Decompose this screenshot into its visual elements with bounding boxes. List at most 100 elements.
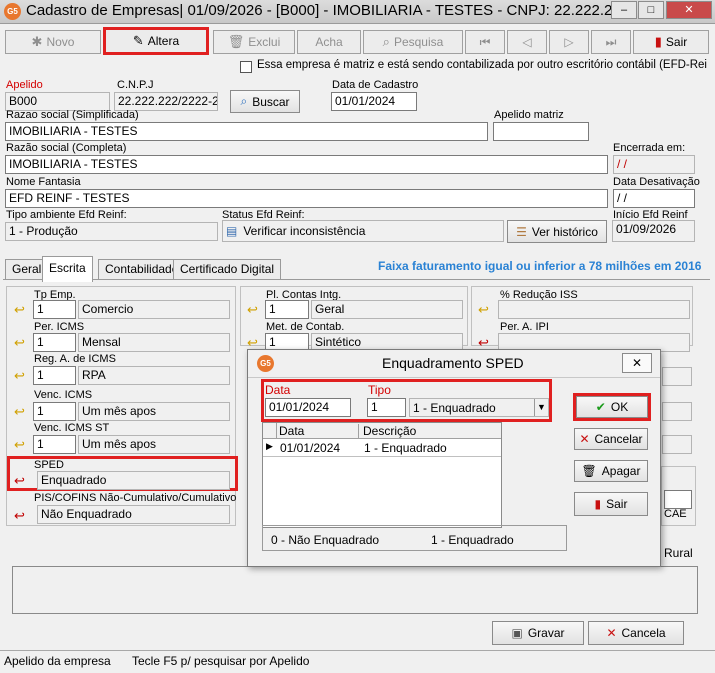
minimize-button[interactable]: – <box>611 1 637 19</box>
encerrada-label: Encerrada em: <box>613 142 686 154</box>
tipo-ambiente-label: Tipo ambiente Efd Reinf: <box>6 209 127 221</box>
sped-label: SPED <box>34 459 64 471</box>
sped-field[interactable]: Enquadrado <box>37 471 230 490</box>
venc-icms-code-field[interactable]: 1 <box>33 402 76 421</box>
grid-cell-descricao: 1 - Enquadrado <box>364 441 447 455</box>
enquadramento-sped-dialog: G5 Enquadramento SPED ✕ Data 01/01/2024 … <box>247 349 661 567</box>
lookup-arrow-icon[interactable]: ↩ <box>14 302 25 318</box>
table-row[interactable]: ▶ 01/01/2024 1 - Enquadrado <box>263 440 501 457</box>
grid-header-descricao[interactable]: Descrição <box>363 424 416 438</box>
dialog-cancelar-button[interactable]: ✕ Cancelar <box>574 428 648 450</box>
data-desativacao-field[interactable]: / / <box>613 189 695 208</box>
reg-icms-code-field[interactable]: 1 <box>33 366 76 385</box>
dialog-apagar-button[interactable]: 🗑 Apagar <box>574 460 648 482</box>
inicio-efd-field[interactable]: 01/09/2026 <box>612 220 695 242</box>
sped-lookup-icon[interactable]: ↩ <box>14 473 25 489</box>
tab-certificado-digital[interactable]: Certificado Digital <box>173 259 282 279</box>
chevron-down-icon[interactable]: ▼ <box>534 399 548 416</box>
new-icon: ✱ <box>31 34 43 49</box>
window-title: Cadastro de Empresas| 01/09/2026 - [B000… <box>26 2 616 19</box>
cancela-button[interactable]: ✕ Cancela <box>588 621 684 645</box>
encerrada-field[interactable]: / / <box>613 155 695 174</box>
hidden-field-3[interactable] <box>662 435 692 454</box>
title-bar: G5 Cadastro de Empresas| 01/09/2026 - [B… <box>0 0 715 24</box>
first-icon: ⏮ <box>479 34 491 49</box>
edit-icon: ✎ <box>132 33 144 48</box>
ver-historico-button[interactable]: ☰ Ver histórico <box>507 220 607 243</box>
status-bar: Apelido da empresa Tecle F5 p/ pesquisar… <box>0 650 715 673</box>
nome-fantasia-label: Nome Fantasia <box>6 176 81 188</box>
tipo-ambiente-field[interactable]: 1 - Produção <box>5 222 218 241</box>
lookup-arrow-icon[interactable]: ↩ <box>14 404 25 420</box>
pis-cofins-field[interactable]: Não Enquadrado <box>37 505 230 524</box>
lookup-arrow-icon[interactable]: ↩ <box>478 302 489 318</box>
venc-icms-st-desc-field: Um mês apos <box>78 435 230 454</box>
last-record-button[interactable]: ⏭ <box>591 30 631 54</box>
dialog-data-field[interactable]: 01/01/2024 <box>265 398 351 417</box>
dialog-title-bar: G5 Enquadramento SPED ✕ <box>248 350 660 378</box>
hidden-field-4[interactable] <box>664 490 692 509</box>
reg-icms-desc-field: RPA <box>78 366 230 385</box>
prev-record-button[interactable]: ◁ <box>507 30 547 54</box>
gravar-button[interactable]: ▣ Gravar <box>492 621 584 645</box>
next-record-button[interactable]: ▷ <box>549 30 589 54</box>
dialog-sair-button[interactable]: ▮ Sair <box>574 492 648 516</box>
status-efd-field[interactable]: ▤ Verificar inconsistência <box>222 220 504 242</box>
lookup-arrow-icon[interactable]: ↩ <box>247 302 258 318</box>
tab-escrita[interactable]: Escrita <box>42 256 93 282</box>
grid-cell-data: 01/01/2024 <box>280 441 341 455</box>
venc-icms-st-label: Venc. ICMS ST <box>34 422 110 434</box>
razao-simplificada-field[interactable]: IMOBILIARIA - TESTES <box>5 122 488 141</box>
reg-icms-label: Reg. A. de ICMS <box>34 353 116 365</box>
grid-corner <box>263 423 277 439</box>
novo-button[interactable]: ✱ Novo <box>5 30 101 54</box>
razao-completa-field[interactable]: IMOBILIARIA - TESTES <box>5 155 608 174</box>
grid-header: Data Descrição <box>263 423 501 439</box>
lookup-arrow-icon[interactable]: ↩ <box>14 335 25 351</box>
status-efd-value: Verificar inconsistência <box>243 224 366 238</box>
razao-completa-label: Razão social (Completa) <box>6 142 127 154</box>
apelido-matriz-field[interactable] <box>493 122 589 141</box>
efd-matriz-checkbox[interactable] <box>240 61 252 73</box>
search-icon: ⌕ <box>240 94 248 108</box>
grid-header-data[interactable]: Data <box>279 424 359 439</box>
venc-icms-desc-field: Um mês apos <box>78 402 230 421</box>
pl-contas-code-field[interactable]: 1 <box>265 300 309 319</box>
hidden-field-2[interactable] <box>662 402 692 421</box>
hidden-field-1[interactable] <box>662 367 692 386</box>
maximize-button[interactable]: □ <box>638 1 664 19</box>
reducao-iss-field[interactable] <box>498 300 690 319</box>
dialog-tipo-select[interactable]: 1 - Enquadrado ▼ <box>409 398 549 417</box>
first-record-button[interactable]: ⏮ <box>465 30 505 54</box>
lookup-arrow-icon[interactable]: ↩ <box>14 368 25 384</box>
acha-button[interactable]: Acha <box>297 30 361 54</box>
sair-button[interactable]: ▮ Sair <box>633 30 709 54</box>
close-button[interactable]: ✕ <box>666 1 712 19</box>
dialog-data-label: Data <box>265 383 291 397</box>
exclui-button[interactable]: 🗑 Exclui <box>213 30 295 54</box>
prev-icon: ◁ <box>522 35 532 49</box>
pesquisa-button[interactable]: ⌕ Pesquisa <box>363 30 463 54</box>
altera-button[interactable]: ✎ Altera <box>103 27 209 55</box>
sair-label: Sair <box>665 35 688 49</box>
acha-label: Acha <box>315 35 343 49</box>
dialog-ok-button[interactable]: ✔ OK <box>576 396 648 418</box>
lookup-arrow-icon[interactable]: ↩ <box>14 437 25 453</box>
ver-historico-label: Ver histórico <box>531 224 598 239</box>
pis-cofins-label: PIS/COFINS Não-Cumulativo/Cumulativo <box>34 492 237 504</box>
pis-cofins-lookup-icon[interactable]: ↩ <box>14 508 25 524</box>
per-icms-desc-field: Mensal <box>78 333 230 352</box>
per-icms-code-field[interactable]: 1 <box>33 333 76 352</box>
exit-door-icon: ▮ <box>654 34 662 49</box>
data-cadastro-field[interactable]: 01/01/2024 <box>331 92 417 111</box>
dialog-close-button[interactable]: ✕ <box>622 353 652 373</box>
observacoes-memo[interactable] <box>12 566 698 614</box>
tp-emp-code-field[interactable]: 1 <box>33 300 76 319</box>
dialog-tipo-code-field[interactable]: 1 <box>367 398 406 417</box>
nome-fantasia-field[interactable]: EFD REINF - TESTES <box>5 189 608 208</box>
checkmark-icon: ✔ <box>595 400 606 414</box>
efd-matriz-label: Essa empresa é matriz e está sendo conta… <box>257 59 707 71</box>
buscar-button[interactable]: ⌕ Buscar <box>230 90 300 113</box>
venc-icms-st-code-field[interactable]: 1 <box>33 435 76 454</box>
data-desativacao-label: Data Desativação <box>613 176 700 188</box>
